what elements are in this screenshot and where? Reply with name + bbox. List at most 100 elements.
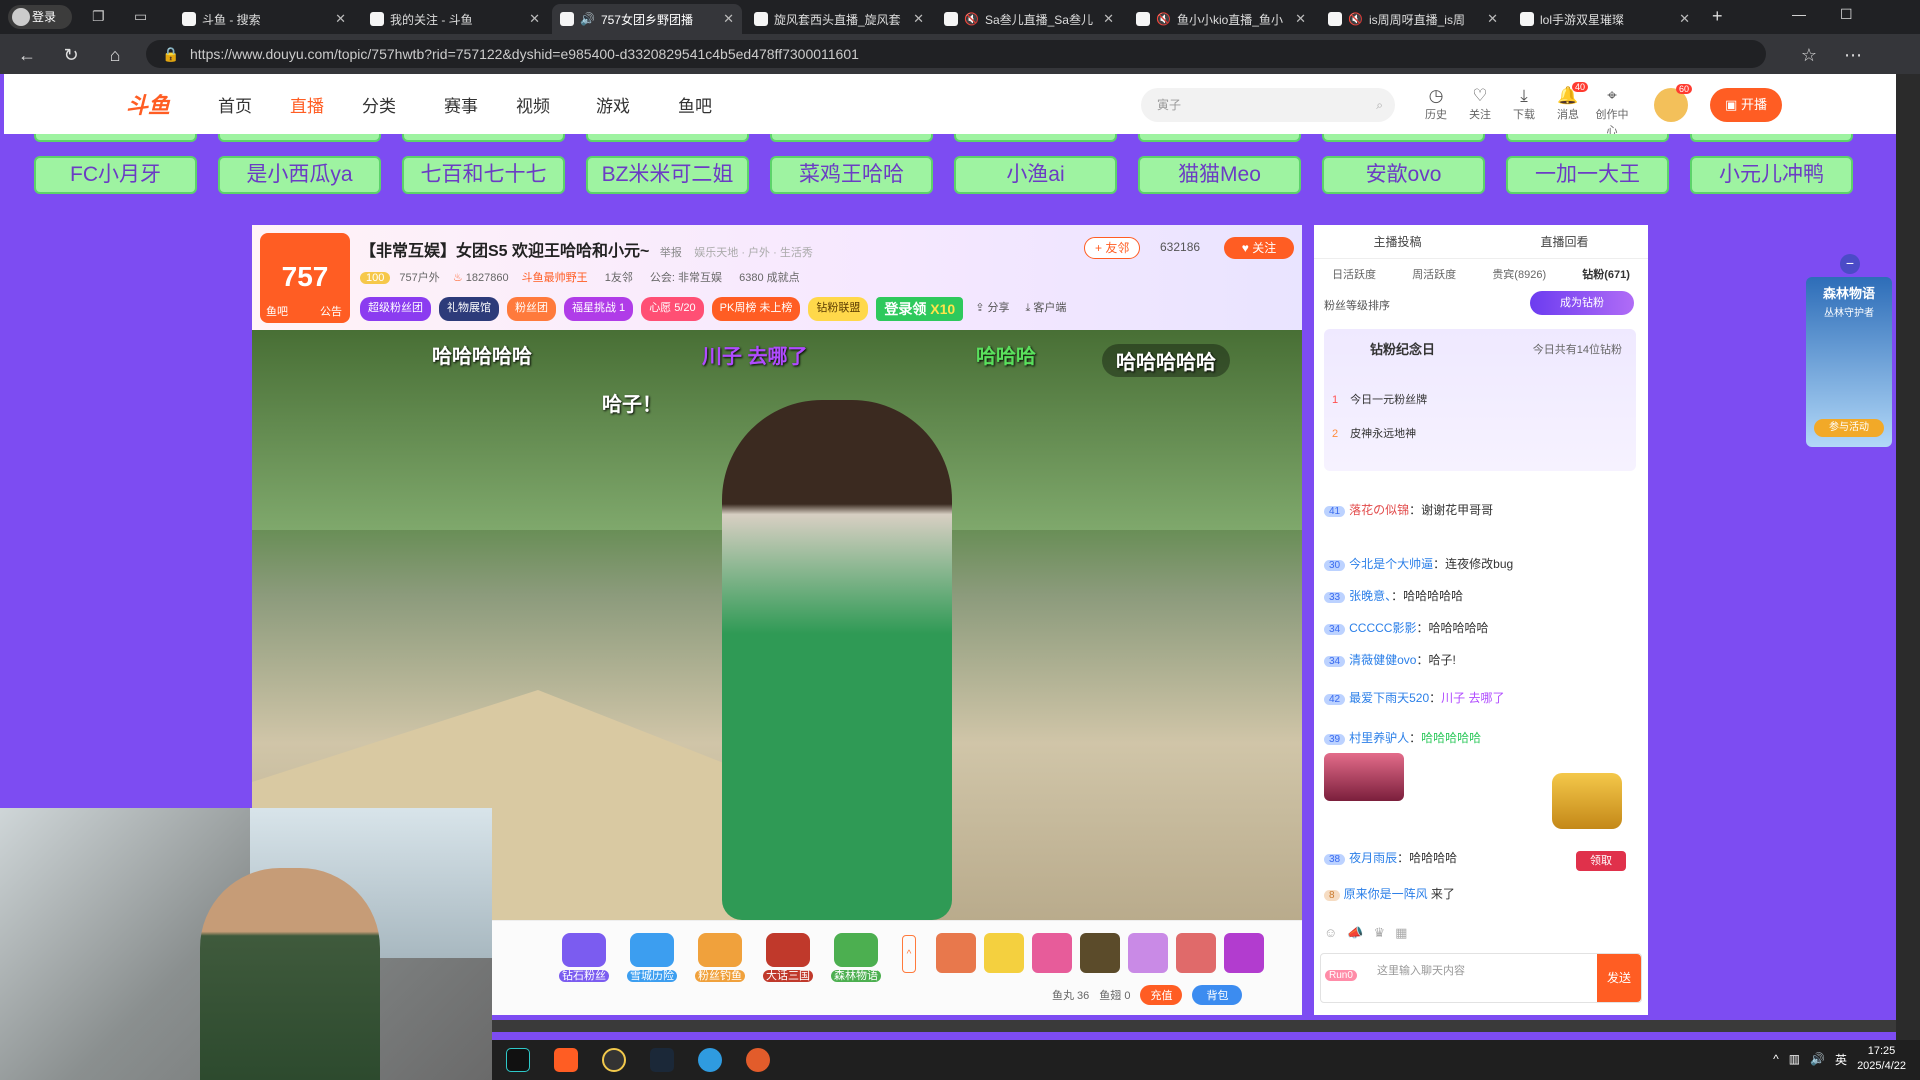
rank-row[interactable]: 1 今日一元粉丝牌: [1332, 391, 1427, 407]
tab-follow[interactable]: 我的关注 - 斗鱼 ✕: [362, 4, 548, 34]
client-button[interactable]: ⤓ 客户端: [1021, 297, 1070, 321]
wish-pill[interactable]: 心愿 5/20: [641, 297, 704, 321]
ime-indicator[interactable]: 英: [1835, 1051, 1847, 1068]
download-button[interactable]: ⤓ 下载: [1506, 86, 1542, 122]
url-field[interactable]: 🔒 https://www.douyu.com/topic/757hwtb?ri…: [146, 40, 1766, 68]
member-chip[interactable]: 是小西瓜ya: [218, 156, 381, 194]
network-icon[interactable]: ▥: [1789, 1052, 1800, 1066]
horn-icon[interactable]: 📣: [1347, 925, 1363, 947]
recharge-button[interactable]: 充值: [1140, 985, 1183, 1005]
tab-iszhouzhou[interactable]: 🔇 is周周呀直播_is周 ✕: [1320, 4, 1506, 34]
creator-center-button[interactable]: ⌖ 创作中心: [1594, 86, 1630, 138]
gift-icon[interactable]: [1176, 933, 1216, 973]
nav-video[interactable]: 视频: [516, 92, 550, 117]
close-icon[interactable]: ✕: [529, 11, 540, 27]
muted-icon[interactable]: 🔇: [1156, 12, 1171, 26]
tab-yuxiaoxiao[interactable]: 🔇 鱼小小kio直播_鱼小 ✕: [1128, 4, 1314, 34]
nav-category[interactable]: 分类: [362, 92, 396, 117]
chevron-up-icon[interactable]: ^: [1773, 1052, 1779, 1066]
share-button[interactable]: ⇪ 分享: [971, 297, 1013, 321]
tab-search[interactable]: 斗鱼 - 搜索 ✕: [174, 4, 354, 34]
close-icon[interactable]: ✕: [1487, 11, 1498, 27]
nav-fishbar[interactable]: 鱼吧: [678, 92, 712, 117]
obs-app-icon[interactable]: [602, 1048, 626, 1072]
nav-home[interactable]: 首页: [218, 92, 252, 117]
speaker-icon[interactable]: 🔊: [580, 12, 595, 26]
close-icon[interactable]: ✕: [335, 11, 346, 27]
receive-button[interactable]: 领取: [1576, 851, 1626, 871]
notice-link[interactable]: 公告: [320, 305, 342, 319]
game-app-icon[interactable]: [746, 1048, 770, 1072]
muted-icon[interactable]: 🔇: [1348, 12, 1363, 26]
treasure-chest-icon[interactable]: [1552, 773, 1622, 829]
chat-message[interactable]: 34 CCCCC影影：哈哈哈哈哈: [1324, 619, 1636, 636]
search-input[interactable]: 寅子 ⌕: [1141, 88, 1395, 122]
chat-message[interactable]: 42 最爱下雨天520：川子 去哪了: [1324, 689, 1636, 706]
music-app-icon[interactable]: [506, 1048, 530, 1072]
gift-gallery-pill[interactable]: 礼物展馆: [439, 297, 499, 321]
douyu-logo[interactable]: 斗鱼: [126, 88, 204, 120]
chat-message[interactable]: 34 清薇健健ovo：哈子!: [1324, 651, 1636, 668]
member-chip[interactable]: 安歆ovo: [1322, 156, 1485, 194]
diamond-league-pill[interactable]: 钻粉联盟: [808, 297, 869, 321]
reload-icon[interactable]: ↻: [58, 42, 84, 68]
anchor-tag[interactable]: 斗鱼最帅野王: [522, 272, 588, 284]
room-category[interactable]: 娱乐天地 · 户外 · 生活秀: [694, 247, 813, 259]
close-icon[interactable]: ✕: [1679, 11, 1690, 27]
chat-input[interactable]: 这里输入聊天内容: [1377, 962, 1465, 978]
report-link[interactable]: 举报: [660, 247, 682, 259]
maximize-button[interactable]: ☐: [1840, 6, 1853, 23]
close-icon[interactable]: ✕: [723, 11, 734, 27]
become-diamond-button[interactable]: 成为钻粉: [1530, 291, 1634, 315]
member-chip[interactable]: 猫猫Meo: [1138, 156, 1301, 194]
tab-xuanfeng[interactable]: 旋风套西头直播_旋风套 ✕: [746, 4, 932, 34]
chat-message[interactable]: 41 落花の似锦：谢谢花甲哥哥: [1324, 501, 1636, 518]
tab-weekly-activity[interactable]: 周活跃度: [1412, 266, 1456, 282]
tab-vip[interactable]: 贵宾(8926): [1492, 266, 1546, 282]
member-chip[interactable]: FC小月牙: [34, 156, 197, 194]
emoji-icon[interactable]: ☺: [1324, 925, 1337, 947]
nav-events[interactable]: 赛事: [444, 92, 478, 117]
join-activity-button[interactable]: 参与活动: [1814, 419, 1884, 437]
rank-row[interactable]: 2 皮神永远地神: [1332, 425, 1416, 441]
gift-icon[interactable]: [1128, 933, 1168, 973]
pk-rank-pill[interactable]: PK周榜 未上榜: [711, 297, 801, 321]
member-chip[interactable]: BZ米米可二姐: [586, 156, 749, 194]
send-button[interactable]: 发送: [1597, 954, 1641, 1002]
fan-club-pill[interactable]: 粉丝团: [507, 297, 556, 321]
douyu-app-icon[interactable]: [554, 1048, 578, 1072]
close-icon[interactable]: ✕: [913, 11, 924, 27]
start-stream-button[interactable]: ▣ 开播: [1710, 88, 1782, 122]
gift-item[interactable]: 钻石粉丝: [556, 933, 612, 983]
tab-diamond-fans[interactable]: 钻粉(671): [1582, 266, 1630, 282]
forest-activity-card[interactable]: 森林物语 丛林守护者 参与活动: [1806, 277, 1892, 447]
steam-app-icon[interactable]: [650, 1048, 674, 1072]
tab-daily-activity[interactable]: 日活跃度: [1332, 266, 1376, 282]
clock[interactable]: 17:25 2025/4/22: [1857, 1044, 1906, 1074]
gift-icon[interactable]: [1080, 933, 1120, 973]
tab-sa[interactable]: 🔇 Sa叁儿直播_Sa叁儿 ✕: [936, 4, 1122, 34]
add-friend-button[interactable]: + 友邻: [1084, 237, 1141, 259]
member-chip[interactable]: 小渔ai: [954, 156, 1117, 194]
member-chip[interactable]: 菜鸡王哈哈: [770, 156, 933, 194]
horizontal-scrollbar[interactable]: [492, 1020, 1896, 1032]
message-button[interactable]: 🔔 消息 40: [1550, 82, 1589, 122]
nav-live[interactable]: 直播: [290, 92, 324, 117]
login-reward-button[interactable]: 登录领 X10: [876, 297, 964, 321]
extensions-icon[interactable]: ⋯: [1840, 42, 1866, 68]
bag-button[interactable]: 背包: [1192, 985, 1243, 1005]
search-icon[interactable]: ⌕: [1376, 88, 1383, 122]
super-fans-pill[interactable]: 超级粉丝团: [360, 297, 431, 321]
room-avatar[interactable]: 757 鱼吧 公告: [260, 233, 350, 323]
tab-lol[interactable]: lol手游双星璀璨 ✕: [1512, 4, 1698, 34]
home-icon[interactable]: ⌂: [102, 42, 128, 68]
minimize-button[interactable]: —: [1792, 6, 1806, 22]
new-tab-button[interactable]: +: [1712, 6, 1723, 27]
guild-label[interactable]: 公会: 非常互娱: [650, 272, 722, 284]
close-icon[interactable]: ✕: [1103, 11, 1114, 27]
lucky-challenge-pill[interactable]: 福星挑战 1: [564, 297, 634, 321]
close-icon[interactable]: ✕: [1295, 11, 1306, 27]
gift-icon[interactable]: ▦: [1395, 925, 1407, 947]
member-chip[interactable]: 七百和七十七: [402, 156, 565, 194]
gift-icon[interactable]: [1032, 933, 1072, 973]
